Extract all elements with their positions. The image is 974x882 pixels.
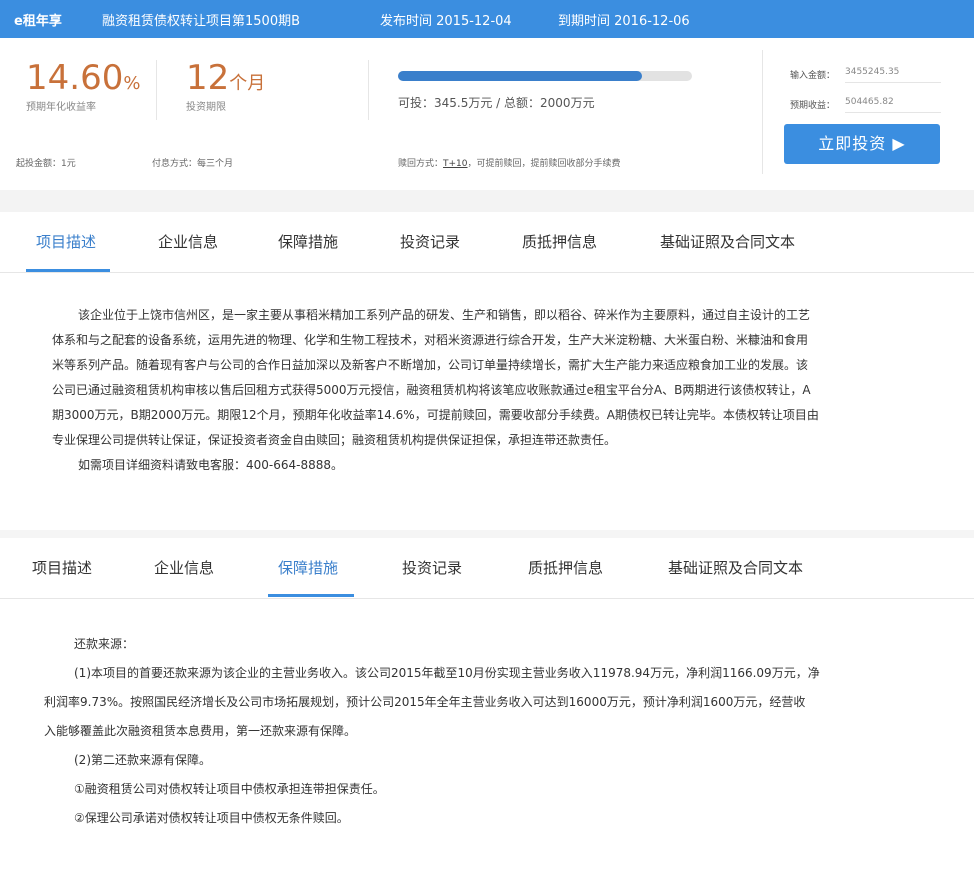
funding-progress-text: 可投：345.5万元 / 总额：2000万元 — [398, 96, 595, 110]
description-line: 米等系列产品。随着现有客户与公司的合作日益加深以及新客户不断增加，公司订单量持续… — [52, 358, 809, 372]
guarantee-line: ②保理公司承诺对债权转让项目中债权无条件赎回。 — [74, 811, 349, 825]
detail-tabs-bottom: 项目描述 企业信息 保障措施 投资记录 质抵押信息 基础证照及合同文本 — [0, 538, 974, 599]
top-header-bar: e租年享 融资租赁债权转让项目第1500期B 发布时间 2015-12-04 到… — [0, 0, 974, 38]
redeem-method: 赎回方式：T+10，可提前赎回，提前赎回收部分手续费 — [398, 159, 621, 169]
guarantee-line: 还款来源： — [74, 637, 135, 651]
guarantee-measures-text: 还款来源： (1)本项目的首要还款来源为该企业的主营业务收入。该公司2015年截… — [44, 630, 934, 833]
guarantee-line: ①融资租赁公司对债权转让项目中债权承担连带担保责任。 — [74, 782, 385, 796]
section-gap — [0, 530, 974, 538]
investment-term-label: 投资期限 — [186, 102, 226, 113]
tab-collateral-info[interactable]: 质抵押信息 — [522, 212, 597, 272]
divider — [156, 60, 157, 120]
redeem-link[interactable]: T+10 — [443, 159, 468, 169]
description-line: 如需项目详细资料请致电客服：400-664-8888。 — [78, 458, 344, 472]
annual-rate-label: 预期年化收益率 — [26, 102, 96, 113]
tab-company-info[interactable]: 企业信息 — [154, 538, 214, 598]
expected-return-value: 504465.82 — [845, 92, 941, 113]
interest-method-text: 付息方式：每三个月 — [152, 159, 234, 169]
project-title: 融资租赁债权转让项目第1500期B — [102, 14, 301, 29]
invest-now-button[interactable]: 立即投资 ▶ — [784, 124, 940, 164]
active-tab-indicator — [26, 269, 110, 272]
guarantee-line: (2)第二还款来源有保障。 — [74, 753, 211, 767]
active-tab-indicator — [268, 594, 354, 597]
description-line: 该企业位于上饶市信州区，是一家主要从事稻米精加工系列产品的研发、生产和销售，即以… — [78, 308, 811, 322]
funding-progress-bar — [398, 71, 692, 81]
divider — [762, 50, 763, 174]
min-invest-text: 起投金额：1元 — [16, 159, 76, 169]
publish-time: 发布时间 2015-12-04 — [380, 14, 512, 29]
funding-progress-fill — [398, 71, 643, 81]
description-line: 公司已通过融资租赁机构审核以售后回租方式获得5000万元授信，融资租赁机构将该笔… — [52, 383, 811, 397]
input-amount-label: 输入金额： — [790, 71, 836, 81]
brand-label: e租年享 — [14, 14, 62, 29]
tab-guarantee-measures[interactable]: 保障措施 — [278, 538, 338, 598]
description-line: 体系和与之配套的设备系统，运用先进的物理、化学和生物工程技术，对稻米资源进行综合… — [52, 333, 809, 347]
guarantee-line: (1)本项目的首要还款来源为该企业的主营业务收入。该公司2015年截至10月份实… — [74, 666, 820, 680]
tab-documents[interactable]: 基础证照及合同文本 — [660, 212, 795, 272]
description-line: 期3000万元，B期2000万元。期限12个月，预期年化收益率14.6%，可提前… — [52, 408, 819, 422]
tab-investment-records[interactable]: 投资记录 — [402, 538, 462, 598]
tab-collateral-info[interactable]: 质抵押信息 — [528, 538, 603, 598]
divider — [368, 60, 369, 120]
tab-project-description[interactable]: 项目描述 — [32, 538, 92, 598]
tab-investment-records[interactable]: 投资记录 — [400, 212, 460, 272]
tab-documents[interactable]: 基础证照及合同文本 — [668, 538, 803, 598]
tab-project-description[interactable]: 项目描述 — [36, 212, 96, 272]
guarantee-line: 利润率9.73%。按照国民经济增长及公司市场拓展规划，预计公司2015年全年主营… — [44, 695, 806, 709]
input-amount-field[interactable]: 3455245.35 — [845, 62, 941, 83]
project-description-text: 该企业位于上饶市信州区，是一家主要从事稻米精加工系列产品的研发、生产和销售，即以… — [52, 303, 932, 478]
expire-time: 到期时间 2016-12-06 — [558, 14, 690, 29]
detail-tabs-top: 项目描述 企业信息 保障措施 投资记录 质抵押信息 基础证照及合同文本 — [0, 212, 974, 273]
expected-return-label: 预期收益： — [790, 101, 836, 111]
tab-guarantee-measures[interactable]: 保障措施 — [278, 212, 338, 272]
tab-company-info[interactable]: 企业信息 — [158, 212, 218, 272]
section-gap — [0, 190, 974, 212]
guarantee-line: 入能够覆盖此次融资租赁本息费用，第一还款来源有保障。 — [44, 724, 357, 738]
description-line: 专业保理公司提供转让保证，保证投资者资金自由赎回；融资租赁机构提供保证担保，承担… — [52, 433, 617, 447]
